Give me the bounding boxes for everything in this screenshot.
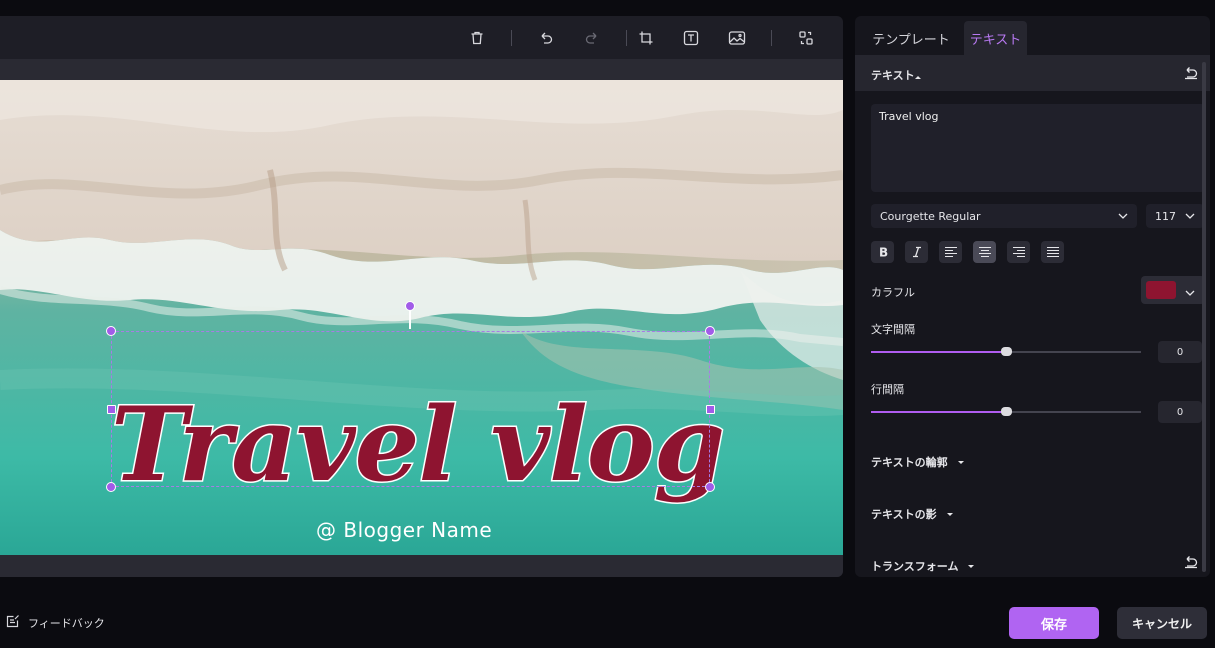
tab-text[interactable]: テキスト xyxy=(964,21,1027,55)
font-family-value: Courgette Regular xyxy=(880,209,981,223)
resize-handle-right[interactable] xyxy=(706,405,715,414)
toolbar-divider xyxy=(771,30,772,46)
panel-tabs: テンプレート テキスト xyxy=(855,16,1210,55)
font-size-select[interactable]: 117 xyxy=(1146,204,1204,228)
panel-scrollbar[interactable] xyxy=(1202,62,1206,572)
line-spacing-label: 行間隔 xyxy=(871,383,904,396)
chevron-down-icon xyxy=(1184,210,1196,225)
toolbar-divider xyxy=(626,30,627,46)
caret-down-icon xyxy=(945,504,955,523)
transform-label: トランスフォーム xyxy=(871,559,959,573)
rotate-connector xyxy=(409,311,411,329)
text-shadow-section[interactable]: テキストの影 xyxy=(871,504,955,523)
cancel-button[interactable]: キャンセル xyxy=(1117,607,1207,639)
resize-handle-left[interactable] xyxy=(107,405,116,414)
text-section-header[interactable]: テキスト xyxy=(855,55,1210,91)
canvas-margin xyxy=(0,59,843,80)
letter-spacing-slider[interactable] xyxy=(871,347,1141,356)
letter-spacing-label: 文字間隔 xyxy=(871,323,915,336)
resize-handle-top-left[interactable] xyxy=(106,326,116,336)
align-right-button[interactable] xyxy=(1007,241,1030,263)
tab-template[interactable]: テンプレート xyxy=(869,21,953,55)
feedback-link[interactable]: フィードバック xyxy=(6,614,105,631)
italic-button[interactable] xyxy=(905,241,928,263)
caret-up-icon xyxy=(913,67,923,86)
image-tool-icon[interactable] xyxy=(725,26,749,50)
line-spacing-slider[interactable] xyxy=(871,407,1141,416)
reset-transform-icon[interactable] xyxy=(1183,554,1199,573)
text-outline-section[interactable]: テキストの輪郭 xyxy=(871,452,966,471)
caret-down-icon xyxy=(966,556,976,575)
align-justify-button[interactable] xyxy=(1041,241,1064,263)
toolbar-divider xyxy=(511,30,512,46)
bold-button[interactable]: B xyxy=(871,241,894,263)
reset-icon[interactable] xyxy=(1183,65,1199,84)
resize-handle-top-right[interactable] xyxy=(705,326,715,336)
align-center-button[interactable] xyxy=(973,241,996,263)
text-outline-label: テキストの輪郭 xyxy=(871,455,948,469)
replace-icon[interactable] xyxy=(794,26,818,50)
chevron-down-icon xyxy=(1117,210,1129,225)
feedback-icon xyxy=(6,614,20,631)
caret-down-icon xyxy=(956,452,966,471)
svg-text:B: B xyxy=(879,246,888,258)
letter-spacing-value[interactable]: 0 xyxy=(1158,341,1202,363)
properties-panel: テンプレート テキスト テキスト Travel vlog Courgette R… xyxy=(855,16,1210,577)
chevron-down-icon xyxy=(1184,284,1196,303)
line-spacing-value[interactable]: 0 xyxy=(1158,401,1202,423)
color-swatch xyxy=(1146,281,1176,299)
text-shadow-label: テキストの影 xyxy=(871,507,937,521)
editor-toolbar xyxy=(0,16,843,59)
color-label: カラフル xyxy=(871,286,915,299)
font-family-select[interactable]: Courgette Regular xyxy=(871,204,1137,228)
text-tool-icon[interactable] xyxy=(679,26,703,50)
line-spacing-slider-thumb[interactable] xyxy=(1001,407,1012,416)
delete-icon[interactable] xyxy=(465,26,489,50)
text-selection-box[interactable] xyxy=(111,331,710,487)
resize-handle-bottom-left[interactable] xyxy=(106,482,116,492)
undo-icon[interactable] xyxy=(534,26,558,50)
redo-icon[interactable] xyxy=(580,26,604,50)
rotate-handle[interactable] xyxy=(405,301,415,311)
font-size-value: 117 xyxy=(1155,209,1176,223)
section-title: テキスト xyxy=(871,69,915,82)
canvas-subtitle-text[interactable]: @ Blogger Name xyxy=(316,518,492,542)
feedback-label: フィードバック xyxy=(28,616,105,630)
resize-handle-bottom-right[interactable] xyxy=(705,482,715,492)
letter-spacing-slider-fill xyxy=(871,351,1006,353)
canvas-area: Travel vlog @ Blogger Name xyxy=(0,59,843,577)
app-root: Travel vlog @ Blogger Name テンプレート テキスト テ… xyxy=(0,0,1215,648)
save-button[interactable]: 保存 xyxy=(1009,607,1099,639)
transform-section[interactable]: トランスフォーム xyxy=(871,556,976,575)
letter-spacing-slider-thumb[interactable] xyxy=(1001,347,1012,356)
line-spacing-slider-fill xyxy=(871,411,1006,413)
text-content-input[interactable]: Travel vlog xyxy=(871,104,1205,192)
editor-panel: Travel vlog @ Blogger Name xyxy=(0,16,843,577)
align-left-button[interactable] xyxy=(939,241,962,263)
color-picker[interactable] xyxy=(1141,276,1205,304)
crop-icon[interactable] xyxy=(634,26,658,50)
